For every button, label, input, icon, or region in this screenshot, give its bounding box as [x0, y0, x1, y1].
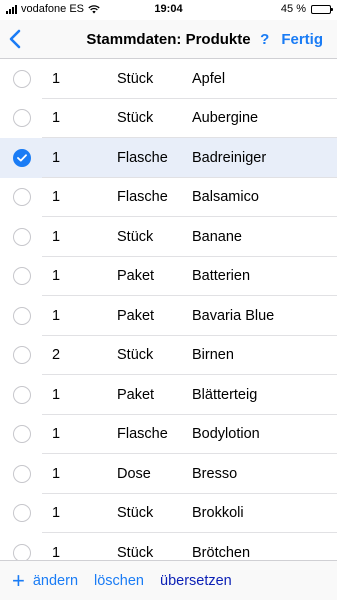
status-left: vodafone ES [6, 3, 126, 15]
status-bar: vodafone ES 19:04 45 % [0, 0, 337, 18]
product-unit: Flasche [117, 149, 168, 166]
product-unit: Stück [117, 347, 154, 364]
product-quantity: 1 [52, 426, 61, 443]
product-unit: Paket [117, 307, 155, 324]
product-quantity: 1 [52, 149, 61, 166]
edit-button[interactable]: ändern [33, 573, 78, 589]
product-unit: Paket [117, 268, 155, 285]
product-row[interactable]: 1 Flasche Bodylotion [0, 415, 337, 455]
product-unit: Stück [117, 228, 154, 245]
product-unit: Stück [117, 505, 154, 522]
product-name: Birnen [192, 347, 234, 364]
product-row[interactable]: 1 Paket Blätterteig [0, 375, 337, 415]
product-row[interactable]: 1 Paket Bavaria Blue [0, 296, 337, 336]
navigation-bar: Stammdaten: Produkte ? Fertig [0, 20, 337, 59]
product-unit: Stück [117, 110, 154, 127]
empty-circle-icon[interactable] [13, 267, 31, 286]
product-row[interactable]: 1 Stück Brötchen [0, 533, 337, 560]
product-unit: Flasche [117, 189, 168, 206]
delete-button[interactable]: löschen [94, 573, 144, 589]
product-quantity: 2 [52, 347, 61, 364]
empty-circle-icon[interactable] [13, 346, 31, 365]
product-name: Batterien [192, 268, 251, 285]
product-unit: Stück [117, 70, 154, 87]
product-row[interactable]: 1 Flasche Badreiniger [0, 138, 337, 178]
product-list: 1 Stück Apfel 1 Stück Aubergine 1 Flasche Badrei… [0, 59, 337, 560]
product-quantity: 1 [52, 386, 61, 403]
empty-circle-icon[interactable] [13, 227, 31, 246]
product-row[interactable]: 1 Dose Bresso [0, 454, 337, 494]
empty-circle-icon[interactable] [13, 504, 31, 523]
signal-bars-icon [6, 4, 17, 14]
wifi-icon [88, 4, 100, 13]
product-quantity: 1 [52, 189, 61, 206]
translate-button[interactable]: übersetzen [160, 573, 232, 589]
product-quantity: 1 [52, 268, 61, 285]
product-name: Blätterteig [192, 386, 258, 403]
empty-circle-icon[interactable] [13, 109, 31, 128]
product-unit: Dose [117, 465, 151, 482]
product-quantity: 1 [52, 228, 61, 245]
product-row[interactable]: 1 Paket Batterien [0, 257, 337, 297]
product-quantity: 1 [52, 307, 61, 324]
battery-icon [311, 4, 333, 14]
product-quantity: 1 [52, 110, 61, 127]
help-button[interactable]: ? [260, 31, 269, 48]
done-button[interactable]: Fertig [281, 31, 323, 48]
product-unit: Stück [117, 544, 154, 560]
product-quantity: 1 [52, 505, 61, 522]
product-unit: Paket [117, 386, 155, 403]
product-name: Bodylotion [192, 426, 260, 443]
empty-circle-icon[interactable] [13, 188, 31, 207]
product-row[interactable]: 1 Stück Banane [0, 217, 337, 257]
product-quantity: 1 [52, 544, 61, 560]
battery-percent: 45 % [280, 3, 306, 15]
carrier-name: vodafone ES [21, 3, 84, 15]
back-button[interactable] [0, 20, 30, 58]
product-quantity: 1 [52, 465, 61, 482]
product-name: Apfel [192, 70, 226, 87]
add-button[interactable]: + [12, 569, 25, 592]
nav-actions: ? Fertig [260, 31, 337, 48]
product-name: Bavaria Blue [192, 307, 275, 324]
empty-circle-icon[interactable] [13, 69, 31, 88]
empty-circle-icon[interactable] [13, 425, 31, 444]
product-name: Balsamico [192, 189, 259, 206]
product-row[interactable]: 1 Stück Apfel [0, 59, 337, 99]
bottom-toolbar: + ändern löschen übersetzen [0, 560, 337, 600]
product-row[interactable]: 1 Flasche Balsamico [0, 178, 337, 218]
product-row[interactable]: 1 Stück Aubergine [0, 99, 337, 139]
empty-circle-icon[interactable] [13, 543, 31, 560]
empty-circle-icon[interactable] [13, 385, 31, 404]
product-name: Bresso [192, 465, 238, 482]
product-name: Badreiniger [192, 149, 267, 166]
chevron-left-icon [9, 29, 21, 49]
checkmark-circle-icon[interactable] [13, 148, 31, 167]
product-row[interactable]: 1 Stück Brokkoli [0, 494, 337, 534]
empty-circle-icon[interactable] [13, 464, 31, 483]
product-name: Brokkoli [192, 505, 244, 522]
product-name: Banane [192, 228, 242, 245]
product-unit: Flasche [117, 426, 168, 443]
empty-circle-icon[interactable] [13, 306, 31, 325]
product-row[interactable]: 2 Stück Birnen [0, 336, 337, 376]
product-name: Aubergine [192, 110, 259, 127]
status-right: 45 % [280, 3, 333, 15]
checkmark-icon [17, 154, 27, 162]
product-quantity: 1 [52, 70, 61, 87]
product-name: Brötchen [192, 544, 251, 560]
